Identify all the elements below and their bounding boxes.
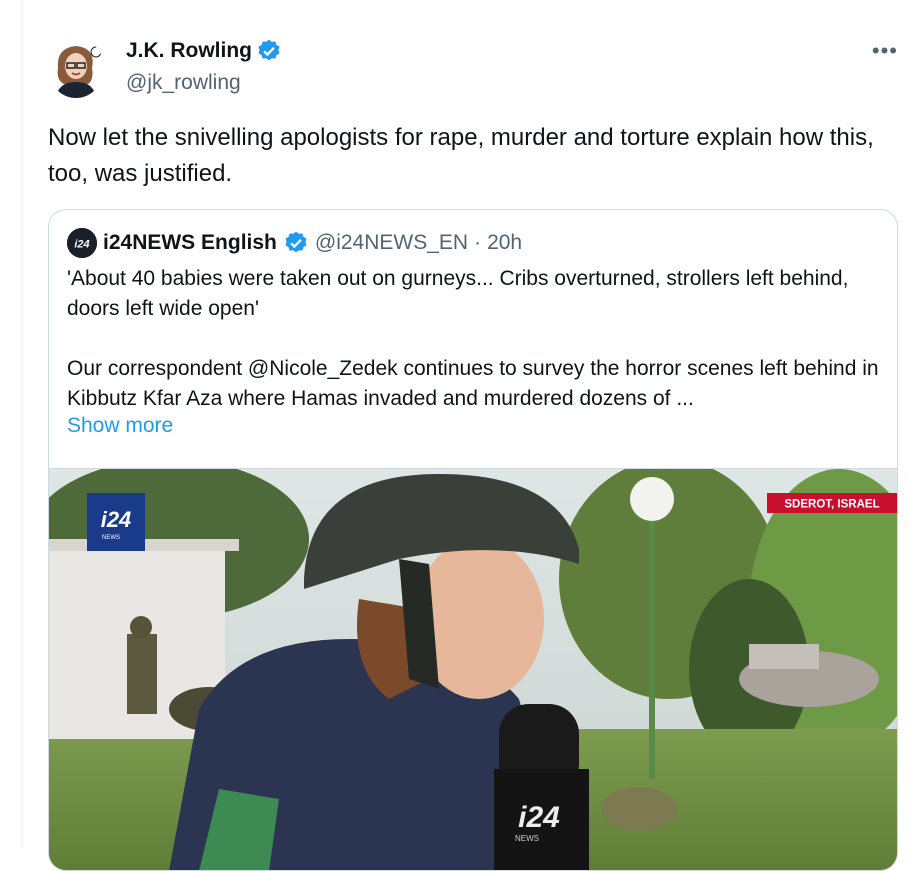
avatar-illustration — [48, 38, 104, 98]
tweet-text: Now let the snivelling apologists for ra… — [48, 124, 874, 187]
author-handle[interactable]: @jk_rowling — [126, 71, 241, 95]
show-more-link[interactable]: Show more — [67, 414, 173, 438]
location-badge: SDEROT, ISRAEL — [784, 499, 879, 511]
timeline-border — [22, 0, 23, 848]
dot-separator: · — [474, 231, 482, 254]
quoted-paragraph-1: 'About 40 babies were taken out on gurne… — [67, 267, 849, 320]
author-avatar[interactable] — [48, 38, 104, 98]
video-frame: i24 NEWS i24 NEWS SDEROT, ISRAEL — [49, 469, 897, 870]
quoted-tweet-header: i24 i24NEWS English @i24NEWS_EN · 20h — [67, 228, 522, 258]
video-player[interactable]: i24 NEWS i24 NEWS SDEROT, ISRAEL — [49, 468, 897, 870]
quoted-timestamp[interactable]: 20h — [487, 231, 522, 255]
quoted-verified-badge-icon — [283, 230, 309, 256]
quoted-author-handle[interactable]: @i24NEWS_EN — [315, 231, 468, 255]
quoted-author-name[interactable]: i24NEWS English — [103, 231, 277, 255]
mic-logo-sub: NEWS — [515, 834, 539, 843]
verified-badge-icon — [256, 38, 282, 64]
i24-avatar-icon[interactable]: i24 — [67, 228, 97, 258]
author-name-row: J.K. Rowling — [126, 38, 282, 64]
i24-avatar-text: i24 — [74, 239, 89, 251]
channel-logo: i24 — [101, 507, 132, 532]
quoted-tweet-text: 'About 40 babies were taken out on gurne… — [67, 264, 882, 414]
mic-logo: i24 — [518, 801, 560, 834]
author-name[interactable]: J.K. Rowling — [126, 39, 252, 63]
channel-logo-sub: NEWS — [102, 535, 120, 541]
more-options-button[interactable]: ••• — [872, 38, 898, 64]
more-horizontal-icon: ••• — [871, 38, 898, 63]
quoted-paragraph-2: Our correspondent @Nicole_Zedek continue… — [67, 357, 879, 410]
quoted-tweet[interactable]: i24 i24NEWS English @i24NEWS_EN · 20h 'A… — [48, 209, 898, 871]
